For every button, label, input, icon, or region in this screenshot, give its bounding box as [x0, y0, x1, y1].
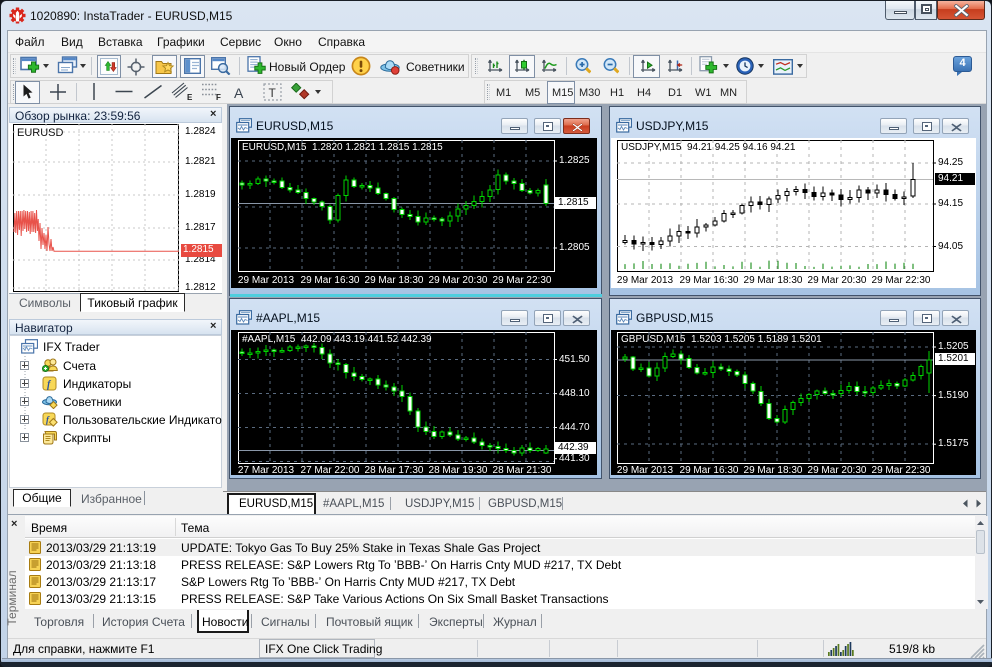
svg-text:E: E	[187, 93, 193, 102]
svg-text:T: T	[269, 86, 277, 100]
svg-text:F: F	[216, 93, 221, 102]
